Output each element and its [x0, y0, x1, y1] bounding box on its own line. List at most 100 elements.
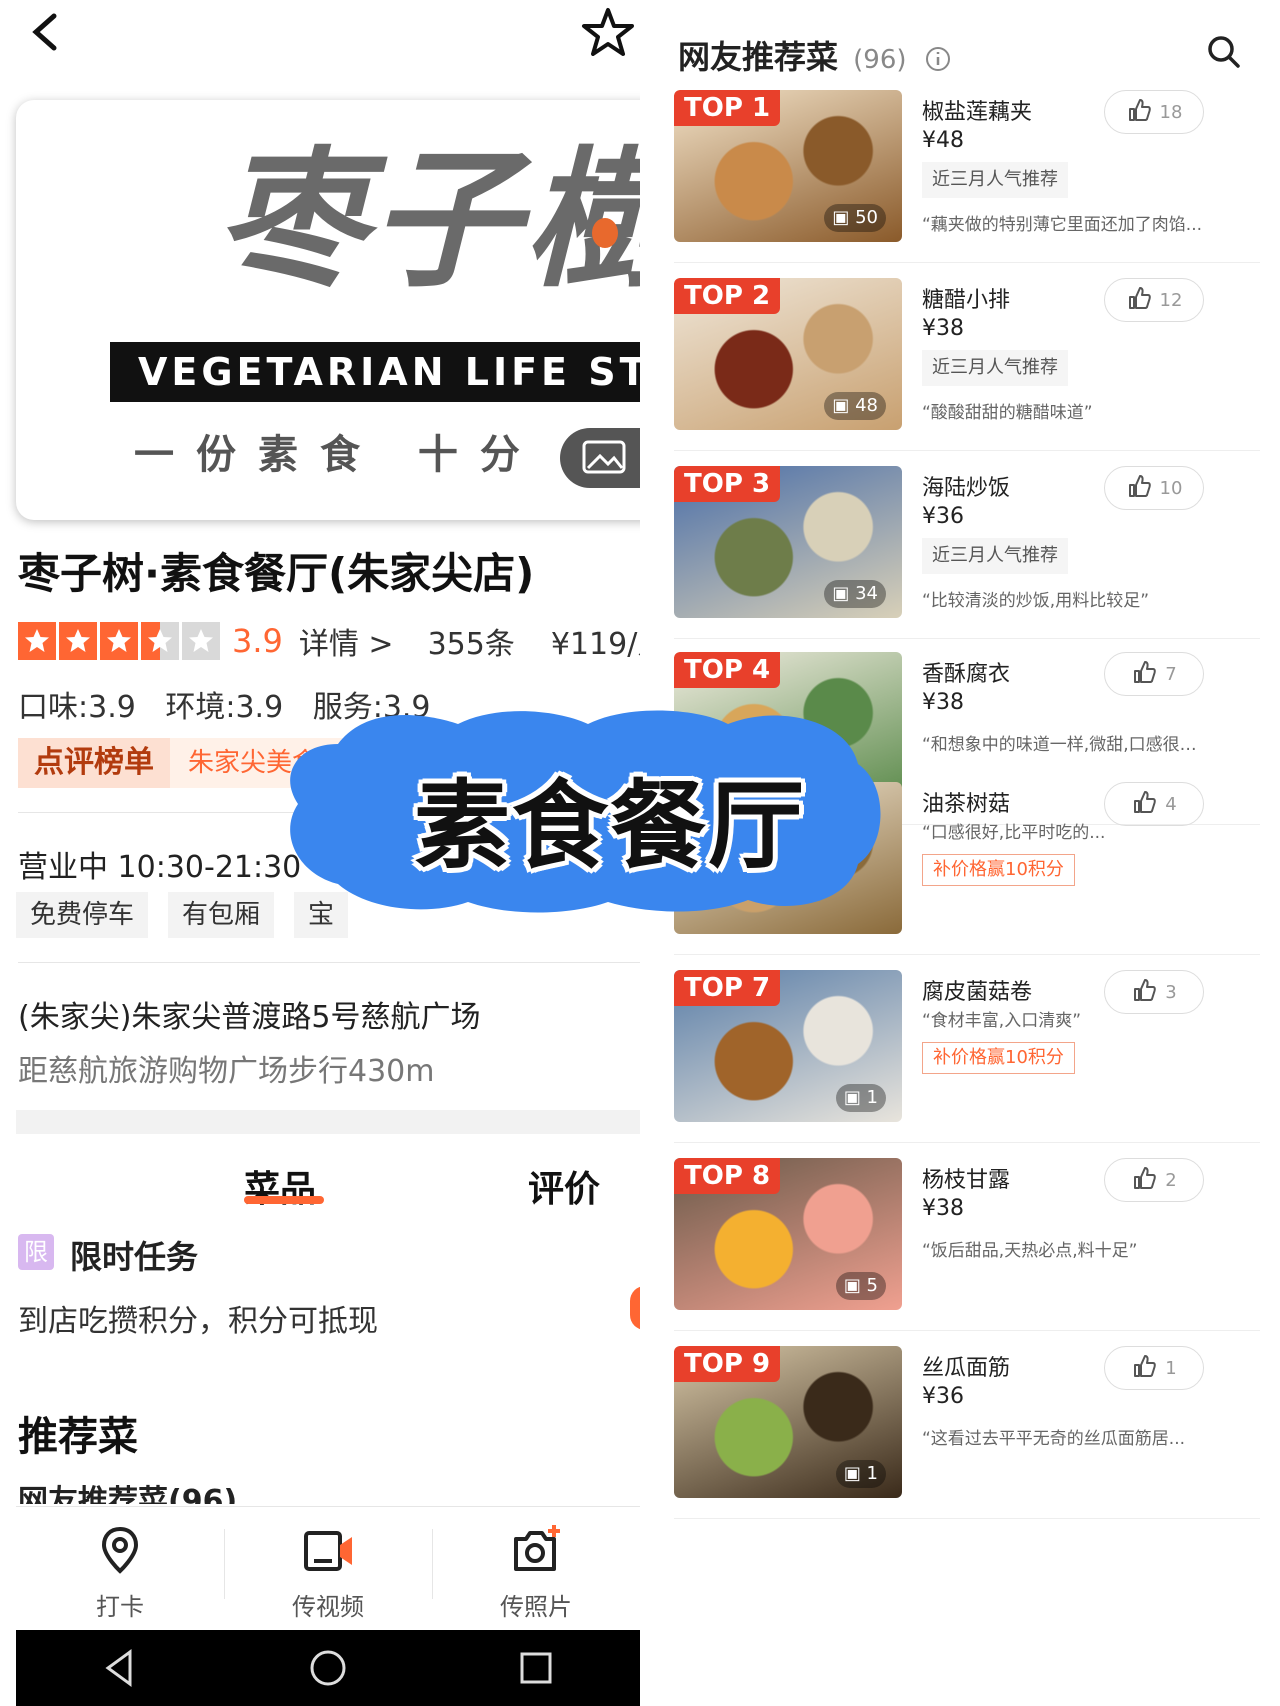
thumbs-up-icon — [1131, 1165, 1157, 1196]
like-count: 12 — [1159, 289, 1183, 311]
like-count: 3 — [1165, 981, 1177, 1003]
favorite-star-icon[interactable] — [580, 6, 636, 56]
bottom-action-bar: 打卡 传视频 传照片 — [16, 1506, 640, 1628]
photo-count: ▣ 5 — [835, 1272, 886, 1300]
like-button[interactable]: 4 — [1104, 782, 1204, 826]
dish-tag[interactable]: 补价格赢10积分 — [922, 854, 1075, 886]
divider — [674, 1142, 1260, 1143]
like-button[interactable]: 1 — [1104, 1346, 1204, 1390]
dish-name: 糖醋小排 — [922, 288, 1011, 313]
like-count: 2 — [1165, 1169, 1177, 1191]
dish-photo[interactable]: TOP 7 ▣ 1 — [674, 970, 902, 1122]
photo-count-value: 34 — [855, 583, 878, 604]
dish-item[interactable]: TOP 8 ▣ 5 杨枝甘露 ¥38 “饭后甜品,天热必点,料十足” 2 — [674, 1158, 1260, 1348]
distance-info: 距慈航旅游购物广场步行430m — [18, 1054, 435, 1089]
recommend-subtitle[interactable]: 网友推荐菜(96) — [18, 1476, 237, 1504]
dish-photo[interactable]: TOP 8 ▣ 5 — [674, 1158, 902, 1310]
half-star-icon — [141, 622, 179, 660]
shop-address[interactable]: (朱家尖)朱家尖普渡路5号慈航广场 — [18, 992, 481, 1036]
upload-photo-button[interactable]: 传照片 — [432, 1507, 640, 1628]
task-description[interactable]: 到店吃攒积分，积分可抵现 — [18, 1296, 378, 1340]
star-icon — [100, 622, 138, 660]
search-icon[interactable] — [1206, 34, 1242, 70]
rank-badge: TOP 1 — [674, 90, 781, 126]
tab-dishes[interactable]: 菜品 — [244, 1160, 316, 1212]
photo-count: ▣ 48 — [824, 392, 886, 420]
dish-photo[interactable]: TOP 1 ▣ 50 — [674, 90, 902, 242]
like-count: 18 — [1159, 101, 1183, 123]
facility-tag: 有包厢 — [168, 892, 275, 938]
dish-item[interactable]: TOP 7 ▣ 1 腐皮菌菇卷 补价格赢10积分 “食材丰富,入口清爽” 3 — [674, 970, 1260, 1160]
dish-review-quote: “酸酸甜甜的糖醋味道” — [922, 403, 1093, 423]
gallery-icon[interactable] — [560, 428, 640, 488]
dish-name: 腐皮菌菇卷 — [922, 980, 1033, 1005]
rating-score: 3.9 — [232, 622, 283, 660]
video-upload-icon — [304, 1531, 352, 1571]
active-tab-indicator — [244, 1196, 324, 1204]
dish-item[interactable]: TOP 9 ▣ 1 丝瓜面筋 ¥36 “这看过去平平无奇的丝瓜面筋居... 1 — [674, 1346, 1260, 1536]
checkin-button[interactable]: 打卡 — [16, 1507, 224, 1628]
back-arrow-icon[interactable] — [30, 12, 70, 52]
like-button[interactable]: 12 — [1104, 278, 1204, 322]
recents-square-icon[interactable] — [514, 1646, 558, 1690]
dish-price: ¥36 — [922, 1384, 964, 1409]
photo-count-value: 1 — [866, 1463, 878, 1484]
system-nav-bar — [16, 1630, 640, 1706]
photo-count-value: 50 — [855, 207, 878, 228]
facility-tag: 免费停车 — [16, 892, 149, 938]
thumbs-up-icon — [1131, 789, 1157, 820]
rank-badge: TOP 9 — [674, 1346, 781, 1382]
like-button[interactable]: 7 — [1104, 652, 1204, 696]
recommend-title: 推荐菜 — [18, 1414, 138, 1460]
dish-list-header: 网友推荐菜 (96) — [678, 32, 952, 78]
dish-name: 椒盐莲藕夹 — [922, 100, 1033, 125]
dish-review-quote: “饭后甜品,天热必点,料十足” — [922, 1241, 1138, 1261]
dish-photo[interactable]: TOP 2 ▣ 48 — [674, 278, 902, 430]
dish-name: 丝瓜面筋 — [922, 1356, 1011, 1381]
like-button[interactable]: 18 — [1104, 90, 1204, 134]
avg-price: ¥119/人 — [550, 627, 640, 662]
section-separator — [16, 1110, 640, 1134]
dish-tag[interactable]: 补价格赢10积分 — [922, 1042, 1075, 1074]
divider — [674, 450, 1260, 451]
thumbs-up-icon — [1131, 977, 1157, 1008]
rating-detail-link[interactable]: 详情 > — [299, 619, 394, 663]
logo-tagline: 一份素食 十分 — [134, 432, 542, 478]
rank-badge: TOP 7 — [674, 970, 781, 1006]
task-action-button[interactable] — [630, 1286, 640, 1330]
rank-badge: TOP 3 — [674, 466, 781, 502]
review-count: 355条 — [427, 627, 515, 662]
home-circle-icon[interactable] — [306, 1646, 350, 1690]
like-button[interactable]: 3 — [1104, 970, 1204, 1014]
rank-badge: TOP 8 — [674, 1158, 781, 1194]
thumbs-up-icon — [1131, 659, 1157, 690]
upload-video-label: 传视频 — [292, 1593, 364, 1621]
checkin-label: 打卡 — [96, 1593, 144, 1621]
like-button[interactable]: 2 — [1104, 1158, 1204, 1202]
dish-price: ¥38 — [922, 690, 964, 715]
shop-logo-image[interactable]: 枣子樹 VEGETARIAN LIFE STY 一份素食 十分 — [16, 100, 640, 520]
dish-item[interactable]: TOP 1 ▣ 50 椒盐莲藕夹 ¥48 近三月人气推荐 “藕夹做的特别薄它里面还加了肉馅… — [674, 90, 1260, 280]
divider — [674, 1330, 1260, 1331]
task-title: 限时任务 — [70, 1238, 199, 1276]
thumbs-up-icon — [1131, 1353, 1157, 1384]
back-triangle-icon[interactable] — [98, 1646, 142, 1690]
upload-video-button[interactable]: 传视频 — [224, 1507, 432, 1628]
overlay-title: 素食餐厅 — [414, 770, 806, 882]
rating-row[interactable]: 3.9 详情 > 355条 ¥119/人 — [18, 620, 640, 662]
like-count: 4 — [1165, 793, 1177, 815]
like-button[interactable]: 10 — [1104, 466, 1204, 510]
dish-photo[interactable]: TOP 3 ▣ 34 — [674, 466, 902, 618]
dish-item[interactable]: TOP 2 ▣ 48 糖醋小排 ¥38 近三月人气推荐 “酸酸甜甜的糖醋味道” 12 — [674, 278, 1260, 468]
photo-count-value: 48 — [855, 395, 878, 416]
dish-photo[interactable]: TOP 9 ▣ 1 — [674, 1346, 902, 1498]
dish-name: 杨枝甘露 — [922, 1168, 1011, 1193]
thumbs-up-icon — [1126, 97, 1152, 128]
info-icon[interactable] — [924, 45, 952, 73]
divider — [674, 954, 1260, 955]
photo-count-value: 5 — [866, 1275, 878, 1296]
dish-price: ¥38 — [922, 1196, 964, 1221]
upload-photo-label: 传照片 — [500, 1593, 572, 1621]
tab-reviews[interactable]: 评价 — [528, 1160, 600, 1212]
dish-item[interactable]: TOP 3 ▣ 34 海陆炒饭 ¥36 近三月人气推荐 “比较清淡的炒饭,用料比较足” 10 — [674, 466, 1260, 656]
